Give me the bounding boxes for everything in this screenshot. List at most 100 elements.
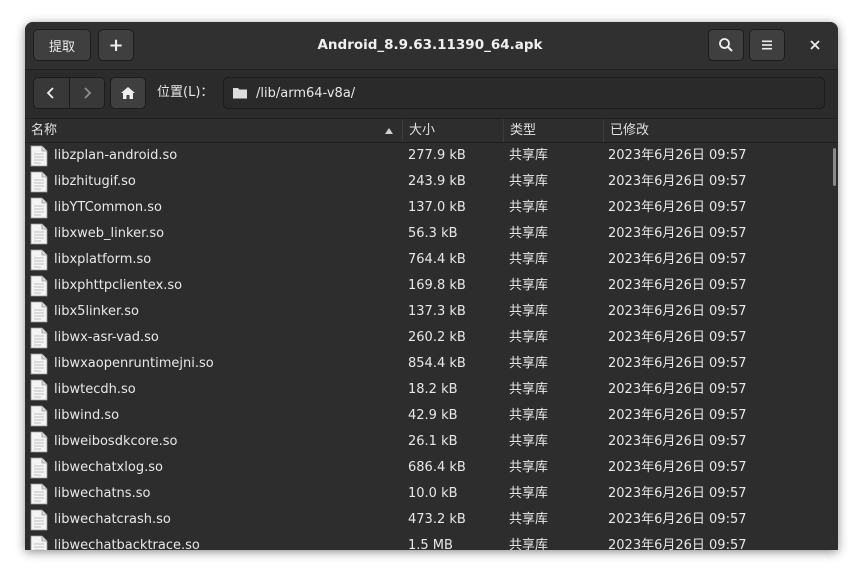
extract-button-label: 提取 — [48, 39, 75, 55]
extract-button[interactable]: 提取 — [33, 29, 91, 61]
file-modified: 2023年6月26日 09:57 — [608, 226, 747, 241]
file-type: 共享库 — [509, 512, 549, 527]
document-icon — [30, 275, 48, 297]
column-header-modified-label: 已修改 — [610, 123, 650, 138]
file-row[interactable]: libwtecdh.so 18.2 kB 共享库 2023年6月26日 09:57 — [25, 377, 838, 403]
file-modified: 2023年6月26日 09:57 — [608, 408, 747, 423]
file-modified: 2023年6月26日 09:57 — [608, 174, 747, 189]
document-icon — [30, 223, 48, 245]
file-modified: 2023年6月26日 09:57 — [608, 486, 747, 501]
file-modified: 2023年6月26日 09:57 — [608, 330, 747, 345]
search-button[interactable] — [708, 29, 744, 61]
file-name: libwechatxlog.so — [54, 460, 163, 475]
file-row[interactable]: libwxaopenruntimejni.so 854.4 kB 共享库 2023年6… — [25, 351, 838, 377]
file-row[interactable]: libwind.so 42.9 kB 共享库 2023年6月26日 09:57 — [25, 403, 838, 429]
file-type: 共享库 — [509, 278, 549, 293]
document-icon — [30, 535, 48, 550]
add-files-button[interactable]: + — [98, 29, 134, 61]
file-row[interactable]: libwechatns.so 10.0 kB 共享库 2023年6月26日 09:57 — [25, 481, 838, 507]
file-type: 共享库 — [509, 226, 549, 241]
document-icon — [30, 249, 48, 271]
home-button[interactable] — [110, 77, 146, 109]
file-size: 42.9 kB — [408, 408, 458, 423]
file-modified: 2023年6月26日 09:57 — [608, 460, 747, 475]
file-name: libwind.so — [54, 408, 120, 423]
file-row[interactable]: libYTCommon.so 137.0 kB 共享库 2023年6月26日 09:5… — [25, 195, 838, 221]
back-button[interactable] — [34, 78, 69, 108]
file-row[interactable]: libzplan-android.so 277.9 kB 共享库 2023年6月26日… — [25, 143, 838, 169]
plus-icon: + — [108, 34, 124, 56]
file-size: 854.4 kB — [408, 356, 466, 371]
file-type: 共享库 — [509, 304, 549, 319]
close-button[interactable] — [797, 29, 833, 61]
column-header-type-label: 类型 — [510, 123, 537, 138]
file-type: 共享库 — [509, 148, 549, 163]
home-icon — [121, 87, 135, 99]
window-title: Android_8.9.63.11390_64.apk — [317, 37, 543, 53]
document-icon — [30, 405, 48, 427]
file-modified: 2023年6月26日 09:57 — [608, 252, 747, 267]
header-bar: 提取 + Android_8.9.63.11390_64.apk — [25, 22, 838, 70]
file-row[interactable]: libzhitugif.so 243.9 kB 共享库 2023年6月26日 09:5… — [25, 169, 838, 195]
file-name: libxphttpclientex.so — [54, 278, 183, 293]
document-icon — [30, 509, 48, 531]
column-header-name[interactable]: 名称 — [25, 119, 402, 142]
file-name: libxplatform.so — [54, 252, 152, 267]
file-type: 共享库 — [509, 408, 549, 423]
file-type: 共享库 — [509, 382, 549, 397]
file-type: 共享库 — [509, 252, 549, 267]
document-icon — [30, 457, 48, 479]
location-path-field[interactable]: /lib/arm64-v8a/ — [223, 77, 825, 109]
forward-button[interactable] — [68, 78, 105, 108]
column-header-type[interactable]: 类型 — [503, 119, 603, 142]
file-row[interactable]: libwechatbacktrace.so 1.5 MB 共享库 2023年6月26日… — [25, 533, 838, 550]
file-modified: 2023年6月26日 09:57 — [608, 434, 747, 449]
file-modified: 2023年6月26日 09:57 — [608, 512, 747, 527]
document-icon — [30, 145, 48, 167]
file-row[interactable]: libx5linker.so 137.3 kB 共享库 2023年6月26日 09:5… — [25, 299, 838, 325]
file-modified: 2023年6月26日 09:57 — [608, 304, 747, 319]
file-row[interactable]: libwechatcrash.so 473.2 kB 共享库 2023年6月26日 0… — [25, 507, 838, 533]
column-header-name-label: 名称 — [31, 123, 58, 138]
file-row[interactable]: libxphttpclientex.so 169.8 kB 共享库 2023年6月26… — [25, 273, 838, 299]
file-size: 169.8 kB — [408, 278, 466, 293]
file-size: 686.4 kB — [408, 460, 466, 475]
file-type: 共享库 — [509, 174, 549, 189]
column-header-size[interactable]: 大小 — [402, 119, 503, 142]
document-icon — [30, 379, 48, 401]
document-icon — [30, 171, 48, 193]
file-row[interactable]: libwechatxlog.so 686.4 kB 共享库 2023年6月26日 09… — [25, 455, 838, 481]
file-type: 共享库 — [509, 538, 549, 550]
location-path: /lib/arm64-v8a/ — [256, 85, 356, 101]
file-name: libwechatns.so — [54, 486, 151, 501]
hamburger-menu-icon — [762, 40, 772, 50]
file-name: libwxaopenruntimejni.so — [54, 356, 214, 371]
menu-button[interactable] — [749, 29, 785, 61]
file-size: 56.3 kB — [408, 226, 458, 241]
file-roller-window: 提取 + Android_8.9.63.11390_64.apk 位置(L)： … — [25, 22, 838, 550]
file-row[interactable]: libxplatform.so 764.4 kB 共享库 2023年6月26日 09:… — [25, 247, 838, 273]
file-type: 共享库 — [509, 486, 549, 501]
close-icon — [810, 40, 820, 50]
file-type: 共享库 — [509, 200, 549, 215]
document-icon — [30, 327, 48, 349]
vertical-scrollbar[interactable] — [833, 148, 836, 186]
file-row[interactable]: libweibosdkcore.so 26.1 kB 共享库 2023年6月26日 0… — [25, 429, 838, 455]
navigation-group — [33, 77, 105, 109]
file-name: libwtecdh.so — [54, 382, 136, 397]
file-size: 137.3 kB — [408, 304, 466, 319]
document-icon — [30, 483, 48, 505]
file-name: libzhitugif.so — [54, 174, 136, 189]
document-icon — [30, 301, 48, 323]
file-type: 共享库 — [509, 434, 549, 449]
file-row[interactable]: libxweb_linker.so 56.3 kB 共享库 2023年6月26日 09… — [25, 221, 838, 247]
file-modified: 2023年6月26日 09:57 — [608, 538, 747, 550]
document-icon — [30, 431, 48, 453]
file-row[interactable]: libwx-asr-vad.so 260.2 kB 共享库 2023年6月26日 09… — [25, 325, 838, 351]
file-size: 137.0 kB — [408, 200, 466, 215]
column-header-modified[interactable]: 已修改 — [603, 119, 838, 142]
file-name: libweibosdkcore.so — [54, 434, 178, 449]
file-name: libYTCommon.so — [54, 200, 163, 215]
file-modified: 2023年6月26日 09:57 — [608, 148, 747, 163]
file-size: 1.5 MB — [408, 538, 453, 550]
